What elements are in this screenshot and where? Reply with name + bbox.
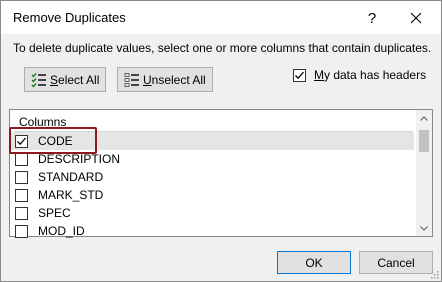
column-checkbox[interactable]	[15, 206, 28, 220]
scroll-thumb[interactable]	[419, 130, 429, 152]
help-icon: ?	[367, 9, 377, 27]
list-item[interactable]: SPEC	[10, 204, 414, 222]
column-checkbox[interactable]	[15, 134, 28, 148]
columns-list: CODE DESCRIPTION STANDARD MARK_STD SPEC …	[10, 132, 414, 240]
list-item[interactable]: MARK_STD	[10, 186, 414, 204]
list-item[interactable]: DESCRIPTION	[10, 150, 414, 168]
title-bar: Remove Duplicates ?	[1, 1, 441, 34]
select-all-button[interactable]: Select All	[24, 67, 106, 92]
column-label: CODE	[38, 134, 73, 148]
column-label: MARK_STD	[38, 188, 104, 202]
column-checkbox[interactable]	[15, 188, 28, 202]
scroll-up-button[interactable]	[416, 110, 432, 126]
list-item[interactable]: CODE	[10, 132, 414, 150]
headers-checkbox-area[interactable]: My data has headers	[293, 67, 426, 83]
column-label: MOD_ID	[38, 224, 85, 238]
column-label: SPEC	[38, 206, 71, 220]
instructions-text: To delete duplicate values, select one o…	[13, 41, 432, 55]
column-checkbox[interactable]	[15, 152, 28, 166]
headers-checkbox[interactable]	[293, 68, 306, 82]
columns-listbox[interactable]: Columns CODE DESCRIPTION STANDARD MARK_S…	[9, 109, 433, 240]
unselect-all-icon	[124, 72, 139, 87]
column-label: STANDARD	[38, 170, 104, 184]
unselect-all-label: Unselect All	[143, 72, 206, 87]
chevron-down-icon	[420, 225, 428, 231]
column-checkbox[interactable]	[15, 224, 28, 238]
checkmark-icon	[295, 71, 304, 79]
select-all-icon	[31, 72, 46, 88]
close-icon	[410, 12, 422, 24]
unselect-all-button[interactable]: Unselect All	[117, 67, 213, 92]
list-item[interactable]: MOD_ID	[10, 222, 414, 240]
remove-duplicates-dialog: Remove Duplicates ? To delete duplicate …	[0, 0, 442, 282]
vertical-scrollbar[interactable]	[416, 110, 432, 236]
ok-button[interactable]: OK	[277, 251, 351, 274]
list-item[interactable]: STANDARD	[10, 168, 414, 186]
headers-checkbox-label: My data has headers	[314, 68, 427, 82]
help-button[interactable]: ?	[355, 5, 389, 31]
resize-grip-icon[interactable]	[429, 269, 439, 279]
chevron-up-icon	[420, 115, 428, 121]
close-button[interactable]	[399, 5, 433, 31]
columns-header: Columns	[19, 115, 67, 129]
cancel-button[interactable]: Cancel	[359, 251, 433, 274]
column-label: DESCRIPTION	[38, 152, 121, 166]
scroll-down-button[interactable]	[416, 220, 432, 236]
select-all-label: Select All	[50, 72, 100, 87]
column-checkbox[interactable]	[15, 170, 28, 184]
checkmark-icon	[17, 137, 26, 145]
dialog-title: Remove Duplicates	[13, 10, 126, 25]
